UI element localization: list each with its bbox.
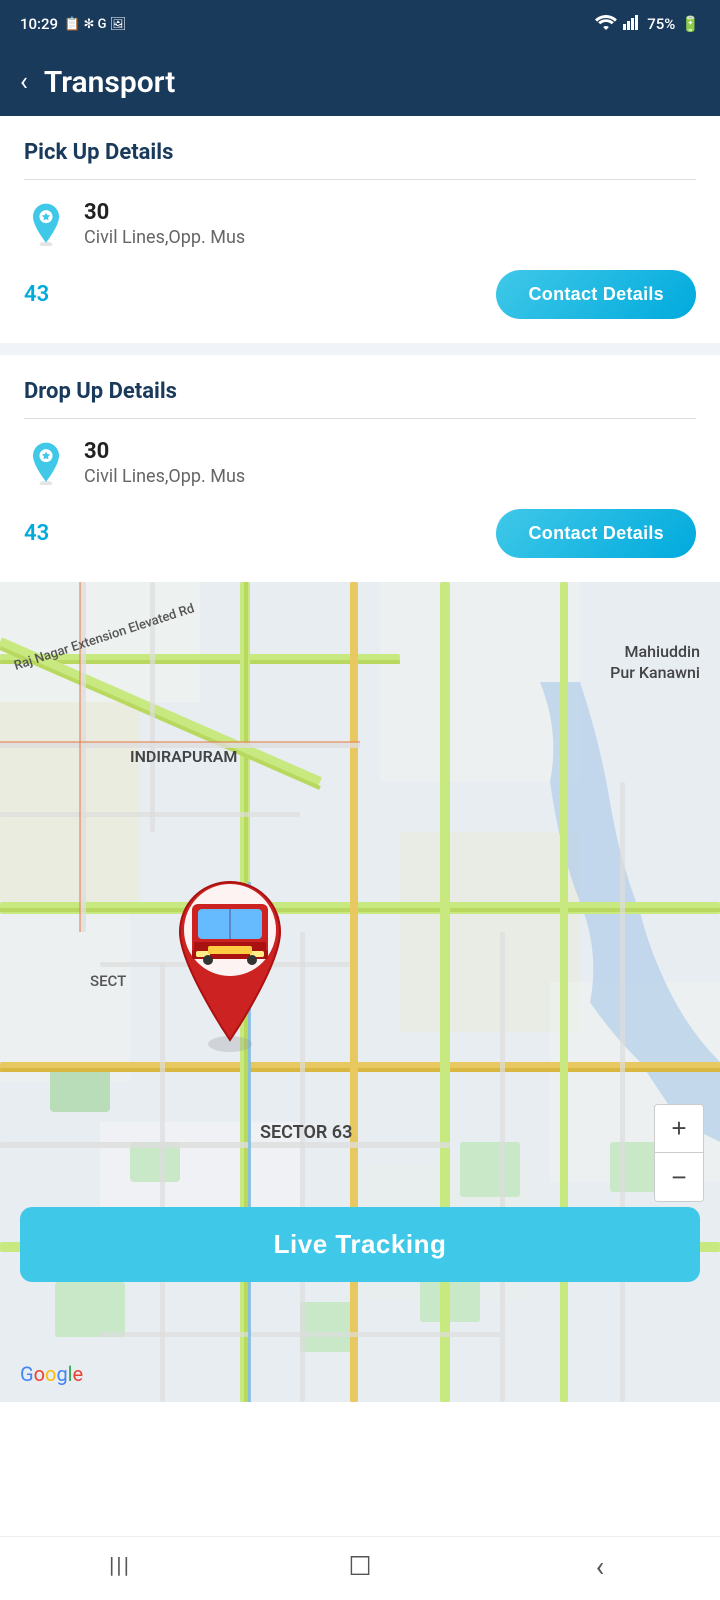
dropup-route-number: 43 — [24, 521, 49, 546]
pickup-address: Civil Lines,Opp. Mus — [84, 227, 245, 248]
nav-back-button[interactable]: ‹ — [480, 1550, 720, 1583]
google-o1: o — [34, 1362, 45, 1386]
map-label-sector63: SECTOR 63 — [260, 1122, 352, 1143]
pickup-action-row: 43 Contact Details — [24, 266, 696, 327]
pickup-contact-btn[interactable]: Contact Details — [496, 270, 696, 319]
section-separator-1 — [0, 343, 720, 355]
pickup-pin-icon — [24, 202, 68, 246]
map-zoom-controls: + − — [654, 1104, 704, 1202]
pickup-section: Pick Up Details 30 Civil Lines,Opp. Mus … — [0, 116, 720, 343]
dropup-section: Drop Up Details 30 Civil Lines,Opp. Mus … — [0, 355, 720, 582]
main-content: Pick Up Details 30 Civil Lines,Opp. Mus … — [0, 116, 720, 1402]
dropup-contact-btn[interactable]: Contact Details — [496, 509, 696, 558]
google-g2: g — [56, 1362, 67, 1386]
notification-icons: 📋 ✻ G 🖼 — [64, 17, 126, 32]
google-g: G — [20, 1362, 34, 1386]
zoom-in-button[interactable]: + — [655, 1105, 703, 1153]
dropup-pin-icon — [24, 441, 68, 485]
dropup-divider — [24, 418, 696, 419]
google-e: e — [73, 1362, 84, 1386]
map-label-mahiuddinpur: MahiuddinPur Kanawni — [610, 642, 700, 684]
dropup-location-info: 30 Civil Lines,Opp. Mus — [84, 439, 245, 487]
dropup-address: Civil Lines,Opp. Mus — [84, 466, 245, 487]
pickup-divider — [24, 179, 696, 180]
status-bar: 10:29 📋 ✻ G 🖼 75% 🔋 — [0, 0, 720, 48]
pickup-section-title: Pick Up Details — [24, 140, 696, 165]
pickup-route-number: 43 — [24, 282, 49, 307]
time-display: 10:29 — [20, 15, 58, 33]
nav-bar: ||| ☐ ‹ — [0, 1536, 720, 1600]
battery-display: 75% — [647, 15, 675, 33]
google-o2: o — [45, 1362, 56, 1386]
status-left: 10:29 📋 ✻ G 🖼 — [20, 15, 126, 33]
signal-icon — [623, 14, 641, 34]
pickup-location-info: 30 Civil Lines,Opp. Mus — [84, 200, 245, 248]
nav-menu-button[interactable]: ||| — [0, 1554, 240, 1579]
bus-pin-svg — [160, 872, 300, 1052]
status-right: 75% 🔋 — [595, 14, 700, 34]
dropup-action-row: 43 Contact Details — [24, 505, 696, 566]
google-logo: Google — [20, 1362, 83, 1386]
page-title: Transport — [44, 65, 175, 100]
pickup-location-row: 30 Civil Lines,Opp. Mus — [24, 200, 696, 248]
dropup-number: 30 — [84, 439, 245, 464]
map-label-indirapuram: INDIRAPURAM — [130, 747, 237, 766]
map-label-sect: SECT — [90, 972, 126, 990]
dropup-section-title: Drop Up Details — [24, 379, 696, 404]
map-section: Raj Nagar Extension Elevated Rd INDIRAPU… — [0, 582, 720, 1402]
dropup-location-row: 30 Civil Lines,Opp. Mus — [24, 439, 696, 487]
app-header: ‹ Transport — [0, 48, 720, 116]
wifi-icon — [595, 14, 617, 34]
zoom-out-button[interactable]: − — [655, 1153, 703, 1201]
back-button[interactable]: ‹ — [20, 67, 28, 97]
live-tracking-button[interactable]: Live Tracking — [20, 1207, 700, 1282]
battery-icon: 🔋 — [681, 15, 700, 33]
bus-pin-marker — [160, 872, 300, 1052]
pickup-number: 30 — [84, 200, 245, 225]
nav-home-button[interactable]: ☐ — [240, 1552, 480, 1582]
